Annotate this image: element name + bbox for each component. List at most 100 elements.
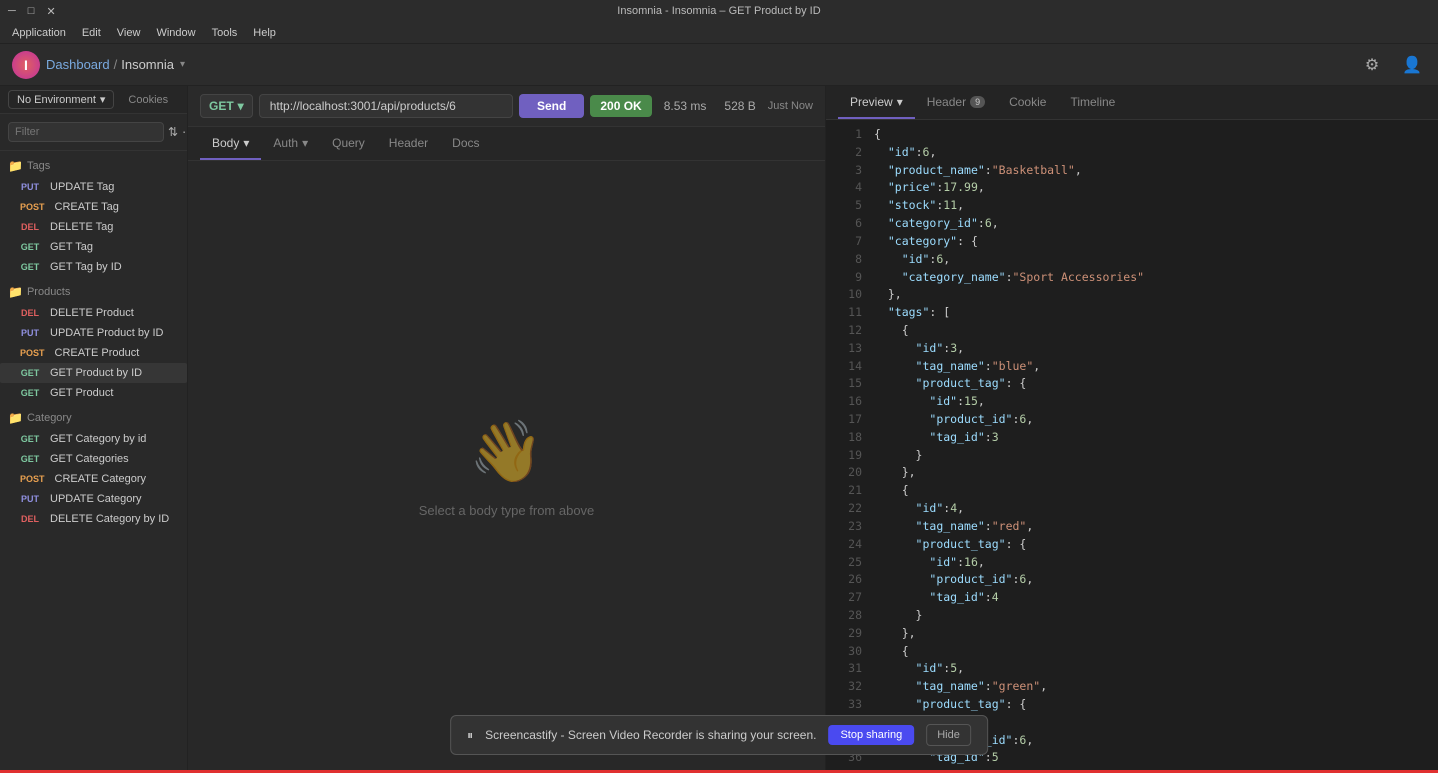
sidebar-item-create-product[interactable]: POST CREATE Product [0,343,187,363]
tab-preview[interactable]: Preview ▾ [838,87,915,119]
response-size: 528 B [718,95,761,117]
header-count-badge: 9 [970,96,985,108]
json-line: 1{ [826,126,1438,144]
json-line: 17 "product_id": 6, [826,411,1438,429]
method-get-badge: GET [16,367,44,379]
sidebar-item-get-categories[interactable]: GET GET Categories [0,449,187,469]
json-line: 13 "id": 3, [826,340,1438,358]
tab-cookie[interactable]: Cookie [997,87,1058,119]
hide-button[interactable]: Hide [926,724,971,746]
menu-tools[interactable]: Tools [204,25,246,41]
window-title: Insomnia - Insomnia – GET Product by ID [68,5,1370,17]
tab-query-label: Query [332,136,365,150]
title-bar: ─ □ ✕ Insomnia - Insomnia – GET Product … [0,0,1438,22]
tab-docs-label: Docs [452,136,479,150]
sidebar-item-delete-category-by-id[interactable]: DEL DELETE Category by ID [0,509,187,529]
sidebar-group-category[interactable]: 📁 Category [0,403,187,429]
sidebar-item-get-tag[interactable]: GET GET Tag [0,237,187,257]
tab-docs[interactable]: Docs [440,128,491,160]
json-line: 20 }, [826,464,1438,482]
sidebar-item-update-tag[interactable]: PUT UPDATE Tag [0,177,187,197]
tab-header[interactable]: Header [377,128,440,160]
item-label: CREATE Product [55,347,140,359]
tab-cookie-label: Cookie [1009,95,1046,109]
sidebar-group-tags[interactable]: 📁 Tags [0,151,187,177]
item-label: GET Product [50,387,113,399]
menu-application[interactable]: Application [4,25,74,41]
sidebar-group-products[interactable]: 📁 Products [0,277,187,303]
group-products-label: Products [27,286,70,298]
sidebar-item-delete-product[interactable]: DEL DELETE Product [0,303,187,323]
minimize-icon[interactable]: ─ [8,5,16,18]
json-line: 28 } [826,607,1438,625]
item-label: CREATE Category [55,473,147,485]
filter-input[interactable] [8,122,164,142]
json-line: 3 "product_name": "Basketball", [826,162,1438,180]
method-del-badge: DEL [16,307,44,319]
url-input[interactable] [259,94,513,118]
json-line: 6 "category_id": 6, [826,215,1438,233]
tab-query[interactable]: Query [320,128,377,160]
menu-help[interactable]: Help [245,25,284,41]
close-icon[interactable]: ✕ [46,5,55,18]
settings-icon[interactable]: ⚙ [1358,51,1386,79]
json-line: 8 "id": 6, [826,251,1438,269]
json-line: 30 { [826,643,1438,661]
sidebar-item-get-product-by-id[interactable]: GET GET Product by ID [0,363,187,383]
tab-body[interactable]: Body ▾ [200,128,261,160]
folder-icon: 📁 [8,411,23,425]
sidebar-item-get-tag-by-id[interactable]: GET GET Tag by ID [0,257,187,277]
tab-response-header[interactable]: Header 9 [915,87,997,119]
sidebar-item-get-product[interactable]: GET GET Product [0,383,187,403]
method-del-badge: DEL [16,513,44,525]
tab-timeline[interactable]: Timeline [1058,87,1127,119]
environment-label: No Environment [17,94,96,106]
item-label: CREATE Tag [55,201,119,213]
json-line: 10 }, [826,286,1438,304]
sort-button[interactable]: ⇅ [168,120,178,144]
maximize-icon[interactable]: □ [28,5,35,18]
json-line: 26 "product_id": 6, [826,571,1438,589]
sidebar-item-create-category[interactable]: POST CREATE Category [0,469,187,489]
status-badge: 200 OK [590,95,651,117]
sidebar-item-delete-tag[interactable]: DEL DELETE Tag [0,217,187,237]
sidebar-item-create-tag[interactable]: POST CREATE Tag [0,197,187,217]
method-label: GET [209,99,234,113]
stop-sharing-button[interactable]: Stop sharing [828,725,914,745]
tab-auth-label: Auth [273,136,298,150]
tab-auth[interactable]: Auth ▾ [261,128,320,160]
json-line: 7 "category": { [826,233,1438,251]
group-category-label: Category [27,412,72,424]
breadcrumb-dropdown-icon[interactable]: ▾ [180,59,185,70]
group-tags-label: Tags [27,160,50,172]
environment-selector[interactable]: No Environment ▾ [8,90,114,109]
json-line: 31 "id": 5, [826,660,1438,678]
breadcrumb-dashboard[interactable]: Dashboard [46,57,110,72]
json-line: 33 "product_tag": { [826,696,1438,714]
method-get-badge: GET [16,241,44,253]
send-button[interactable]: Send [519,94,584,118]
menu-window[interactable]: Window [148,25,203,41]
method-put-badge: PUT [16,493,44,505]
tab-body-arrow: ▾ [243,136,249,150]
cookies-button[interactable]: Cookies [122,92,174,108]
env-dropdown-icon: ▾ [100,93,106,106]
method-put-badge: PUT [16,181,44,193]
user-icon[interactable]: 👤 [1398,51,1426,79]
item-label: DELETE Product [50,307,134,319]
notification-pause-icon: ⏸ [467,728,473,743]
sidebar-item-update-category[interactable]: PUT UPDATE Category [0,489,187,509]
sidebar-item-update-product[interactable]: PUT UPDATE Product by ID [0,323,187,343]
notification-bar: ⏸ Screencastify - Screen Video Recorder … [450,715,988,755]
response-area: Preview ▾ Header 9 Cookie Timeline 1{ 2 … [826,86,1438,773]
menu-edit[interactable]: Edit [74,25,109,41]
json-line: 12 { [826,322,1438,340]
response-time: 8.53 ms [658,95,713,117]
sidebar-item-get-category-by-id[interactable]: GET GET Category by id [0,429,187,449]
tab-preview-arrow: ▾ [897,95,903,109]
folder-icon: 📁 [8,159,23,173]
breadcrumb-current: Insomnia [121,57,174,72]
menu-view[interactable]: View [109,25,149,41]
method-selector[interactable]: GET ▾ [200,94,253,118]
sidebar: No Environment ▾ Cookies ⇅ ⋯ 📁 Tags PUT … [0,86,188,773]
